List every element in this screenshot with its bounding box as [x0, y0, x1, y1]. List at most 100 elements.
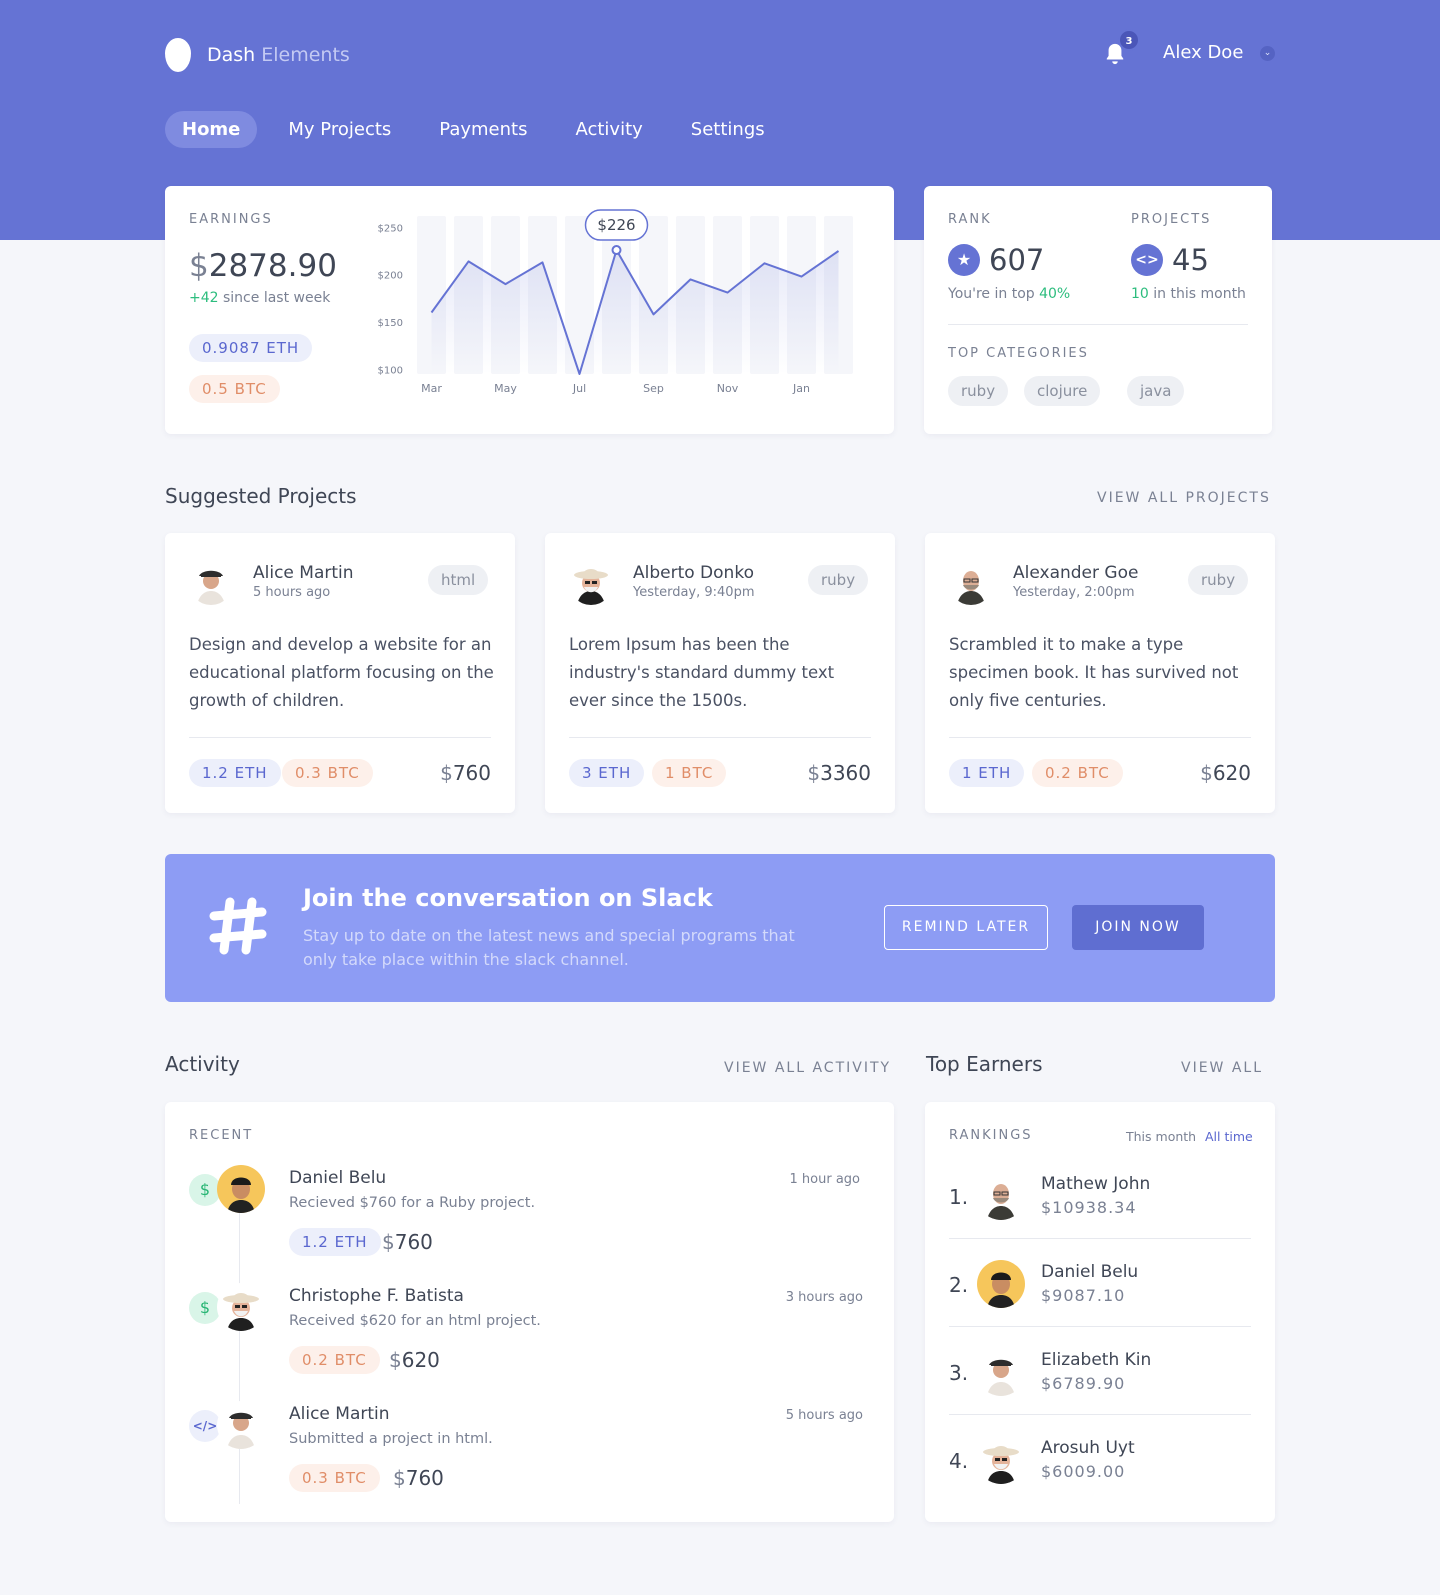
activity-description: Received $620 for an html project. [289, 1313, 541, 1329]
earner-amount: $6789.90 [1041, 1374, 1126, 1393]
activity-title: Activity [165, 1052, 240, 1076]
avatar [977, 1436, 1025, 1484]
avatar [977, 1260, 1025, 1308]
chart-x-tick-label: Mar [421, 382, 442, 395]
project-card[interactable]: Alberto Donko Yesterday, 9:40pm ruby Lor… [545, 533, 895, 813]
activity-card: RECENT $ Daniel Belu Recieved $760 for a… [165, 1102, 894, 1522]
suggested-projects-title: Suggested Projects [165, 484, 357, 508]
earnings-delta: +42 [189, 290, 219, 306]
category-tag-java[interactable]: java [1127, 376, 1185, 406]
nav-item-activity[interactable]: Activity [558, 111, 659, 148]
chevron-down-icon[interactable]: ⌄ [1260, 46, 1275, 61]
rank-value: 607 [989, 243, 1045, 277]
main-nav: Home My Projects Payments Activity Setti… [165, 111, 782, 148]
earnings-btc-pill: 0.5 BTC [189, 375, 280, 403]
project-price-value: 3360 [820, 761, 871, 785]
activity-name: Alice Martin [289, 1404, 390, 1424]
project-description: Design and develop a website for an educ… [189, 635, 494, 710]
project-price-currency: $ [440, 761, 453, 785]
chart-point [467, 260, 470, 263]
project-eth-pill: 1 ETH [949, 759, 1025, 787]
project-btc-pill: 0.2 BTC [1032, 759, 1123, 787]
avatar [217, 1401, 265, 1449]
avatar [949, 561, 993, 605]
star-icon: ★ [948, 244, 980, 276]
view-all-earners-link[interactable]: VIEW ALL [1181, 1060, 1263, 1076]
rank-sub-prefix: You're in top [948, 286, 1035, 302]
chart-point [763, 262, 766, 265]
project-tag[interactable]: ruby [808, 565, 869, 595]
category-tag-clojure[interactable]: clojure [1024, 376, 1101, 406]
nav-item-payments[interactable]: Payments [422, 111, 544, 148]
earner-amount: $10938.34 [1041, 1198, 1137, 1217]
chart-y-tick-label: $100 [378, 365, 403, 376]
nav-item-my-projects[interactable]: My Projects [271, 111, 408, 148]
activity-description: Recieved $760 for a Ruby project. [289, 1195, 536, 1211]
earnings-label: EARNINGS [189, 212, 273, 227]
recent-label: RECENT [189, 1128, 254, 1143]
view-all-projects-link[interactable]: VIEW ALL PROJECTS [1097, 490, 1271, 506]
activity-crypto-pill: 1.2 ETH [289, 1228, 381, 1256]
nav-item-settings[interactable]: Settings [674, 111, 782, 148]
projects-sub-value: 10 [1131, 286, 1149, 302]
earner-amount: $6009.00 [1041, 1462, 1126, 1481]
slack-description: Stay up to date on the latest news and s… [303, 926, 795, 969]
user-name[interactable]: Alex Doe [1163, 42, 1243, 63]
project-price: $620 [1200, 761, 1251, 785]
avatar [217, 1165, 265, 1213]
nav-item-home[interactable]: Home [165, 111, 258, 148]
remind-later-button[interactable]: REMIND LATER [884, 905, 1048, 950]
activity-crypto-pill: 0.2 BTC [289, 1346, 380, 1374]
top-categories-label: TOP CATEGORIES [948, 346, 1089, 361]
rank-sub: You're in top 40% [948, 286, 1070, 302]
activity-time: 1 hour ago [789, 1172, 860, 1187]
chart-x-tick-label: Nov [717, 382, 739, 395]
filter-this-month[interactable]: This month [1126, 1129, 1196, 1144]
projects-sub: 10 in this month [1131, 286, 1246, 302]
chart-highlight-point [611, 245, 622, 256]
chart-point [541, 261, 544, 264]
project-card[interactable]: Alexander Goe Yesterday, 2:00pm ruby Scr… [925, 533, 1275, 813]
activity-time: 5 hours ago [785, 1408, 863, 1423]
join-now-button[interactable]: JOIN NOW [1072, 905, 1204, 950]
earner-name: Daniel Belu [1041, 1262, 1139, 1282]
chart-y-tick-label: $250 [378, 223, 403, 234]
project-btc-pill: 1 BTC [652, 759, 727, 787]
chart-x-tick-label: May [494, 382, 517, 395]
activity-amount: $760 [393, 1466, 444, 1490]
project-card[interactable]: Alice Martin 5 hours ago html Design and… [165, 533, 515, 813]
earnings-delta-suffix: since last week [223, 290, 331, 306]
activity-amount-value: 620 [401, 1348, 440, 1372]
earner-divider [949, 1238, 1251, 1239]
slack-hash-icon [209, 897, 267, 955]
activity-time: 3 hours ago [785, 1290, 863, 1305]
chart-point [726, 291, 729, 294]
category-tag-ruby[interactable]: ruby [948, 376, 1009, 406]
project-price: $3360 [807, 761, 871, 785]
earner-amount: $9087.10 [1041, 1286, 1126, 1305]
project-tag[interactable]: html [428, 565, 489, 595]
avatar [189, 561, 233, 605]
code-icon: <> [1131, 244, 1163, 276]
avatar [217, 1283, 265, 1331]
project-eth-pill: 1.2 ETH [189, 759, 281, 787]
project-tag[interactable]: ruby [1188, 565, 1249, 595]
projects-label: PROJECTS [1131, 212, 1212, 227]
project-description: Lorem Ipsum has been the industry's stan… [569, 635, 835, 710]
avatar [977, 1348, 1025, 1396]
project-price-value: 620 [1212, 761, 1251, 785]
notification-badge: 3 [1118, 29, 1140, 51]
earnings-eth-pill: 0.9087 ETH [189, 334, 313, 362]
project-divider [949, 737, 1251, 738]
activity-name: Christophe F. Batista [289, 1286, 464, 1306]
project-divider [189, 737, 491, 738]
activity-crypto-pill: 0.3 BTC [289, 1464, 380, 1492]
project-time: Yesterday, 2:00pm [1013, 585, 1135, 600]
brand-name[interactable]: Dash Elements [207, 44, 350, 66]
filter-all-time[interactable]: All time [1205, 1129, 1253, 1144]
view-all-activity-link[interactable]: VIEW ALL ACTIVITY [724, 1060, 891, 1076]
rank-divider [948, 324, 1248, 325]
project-price-value: 760 [452, 761, 491, 785]
earnings-delta-row: +42 since last week [189, 290, 330, 306]
avatar [569, 561, 613, 605]
